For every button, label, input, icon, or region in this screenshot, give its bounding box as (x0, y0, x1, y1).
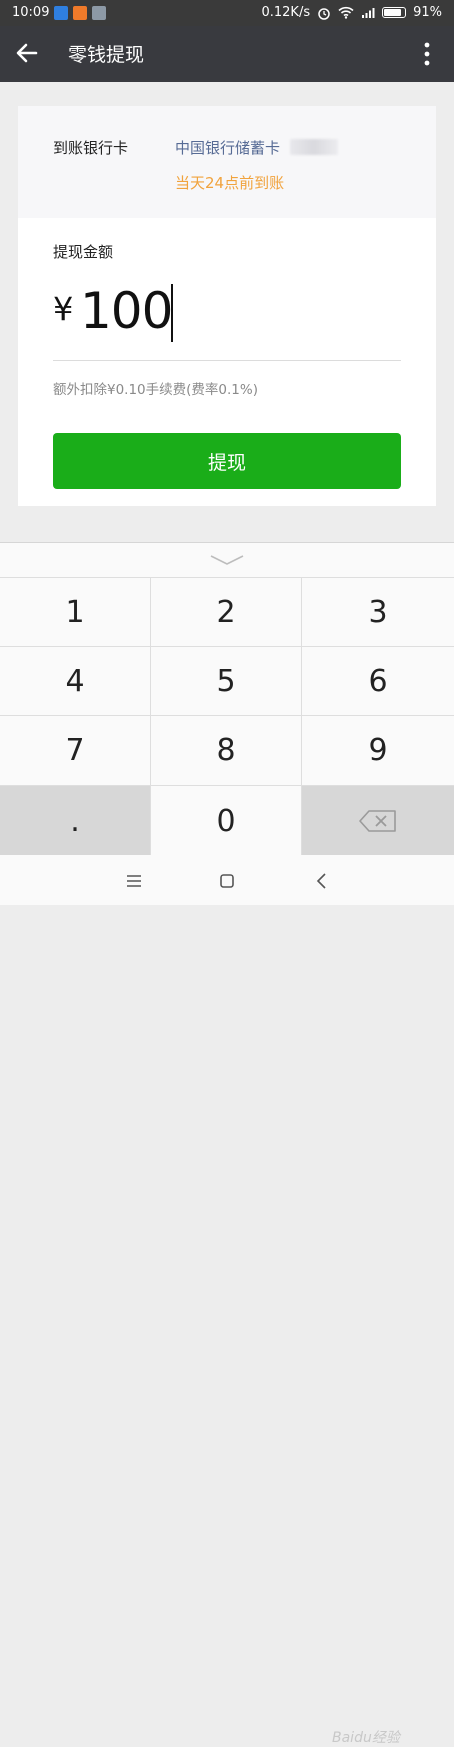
key-decimal[interactable]: . (0, 785, 151, 856)
app-bar: 零钱提现 (0, 26, 454, 82)
page-title: 零钱提现 (68, 44, 145, 66)
key-0[interactable]: 0 (151, 785, 302, 856)
status-bar: 10:09 0.12K/s 91% (0, 0, 454, 26)
text-cursor (171, 284, 173, 342)
arrival-card-label: 到账银行卡 (53, 139, 129, 157)
backspace-icon (359, 810, 396, 832)
signal-icon (362, 7, 375, 18)
network-speed: 0.12K/s (261, 5, 311, 20)
arrival-time-note: 当天24点前到账 (175, 174, 285, 192)
back-nav-icon[interactable] (312, 871, 332, 891)
home-nav-icon[interactable] (217, 871, 237, 891)
more-options-icon[interactable] (424, 42, 430, 66)
key-2[interactable]: 2 (151, 577, 302, 646)
alarm-icon (318, 7, 330, 20)
amount-divider (53, 360, 401, 361)
keyboard-collapse-handle[interactable] (0, 543, 454, 577)
key-1[interactable]: 1 (0, 577, 151, 646)
currency-symbol: ¥ (53, 290, 74, 328)
amount-input[interactable]: 100 (80, 282, 173, 340)
numeric-keyboard: 1 2 3 4 5 6 7 8 9 . 0 (0, 542, 454, 856)
back-arrow-icon[interactable] (14, 40, 40, 66)
battery-percent: 91% (413, 5, 442, 20)
system-nav-bar: Baidu经验 (0, 855, 454, 1746)
status-right-group: 0.12K/s 91% (261, 5, 442, 20)
key-9[interactable]: 9 (302, 715, 454, 785)
key-6[interactable]: 6 (302, 646, 454, 715)
status-time: 10:09 (12, 5, 50, 20)
notification-photo-icon (73, 6, 87, 20)
chevron-down-icon[interactable] (208, 553, 246, 567)
notification-message-icon (92, 6, 106, 20)
key-3[interactable]: 3 (302, 577, 454, 646)
bank-card-section[interactable] (18, 106, 436, 218)
card-number-mask (290, 139, 338, 155)
baidu-watermark: Baidu经验 (332, 1730, 400, 1746)
withdraw-button[interactable]: 提现 (53, 433, 401, 489)
withdraw-card: 到账银行卡 中国银行储蓄卡 当天24点前到账 提现金额 ¥ 100 额外扣除¥0… (18, 106, 436, 506)
keypad-grid: 1 2 3 4 5 6 7 8 9 . 0 (0, 577, 454, 856)
menu-nav-icon[interactable] (124, 871, 144, 891)
fee-note: 额外扣除¥0.10手续费(费率0.1%) (53, 382, 258, 398)
bank-card-name[interactable]: 中国银行储蓄卡 (175, 137, 280, 158)
key-7[interactable]: 7 (0, 715, 151, 785)
key-5[interactable]: 5 (151, 646, 302, 715)
notification-app-icon (54, 6, 68, 20)
backspace-key[interactable] (302, 785, 454, 856)
battery-icon (382, 7, 407, 18)
wifi-icon (338, 6, 354, 19)
key-4[interactable]: 4 (0, 646, 151, 715)
key-8[interactable]: 8 (151, 715, 302, 785)
amount-label: 提现金额 (53, 243, 114, 261)
